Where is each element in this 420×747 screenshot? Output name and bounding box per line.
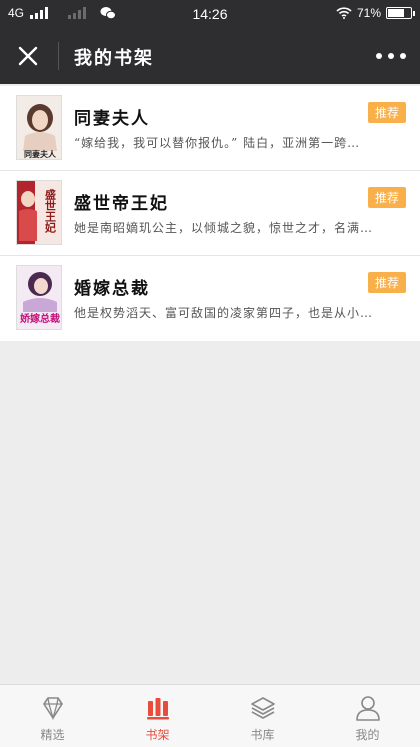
- book-cover: 盛世王妃: [16, 180, 62, 245]
- cover-title: 盛世王妃: [44, 188, 58, 234]
- tab-bar: 精选 书架 书库 我的: [0, 684, 420, 747]
- book-title: 同妻夫人: [74, 109, 150, 129]
- book-cover: 同妻夫人: [16, 95, 62, 160]
- book-title: 盛世帝王妃: [74, 194, 169, 214]
- wifi-icon: [336, 7, 352, 19]
- recommend-badge: 推荐: [367, 102, 406, 123]
- book-list: 同妻夫人 同妻夫人 “嫁给我，我可以替你报仇。” 陆白，亚洲第一跨… 推荐 盛世…: [0, 86, 420, 341]
- tab-bookshelf[interactable]: 书架: [105, 685, 210, 747]
- tab-featured[interactable]: 精选: [0, 685, 105, 747]
- book-cover: 娇嫁总裁: [16, 265, 62, 330]
- tab-label: 我的: [355, 728, 380, 742]
- tab-label: 精选: [40, 728, 65, 742]
- book-item[interactable]: 同妻夫人 同妻夫人 “嫁给我，我可以替你报仇。” 陆白，亚洲第一跨… 推荐: [0, 86, 420, 171]
- tab-label: 书架: [145, 728, 170, 742]
- recommend-badge: 推荐: [367, 187, 406, 208]
- cover-title: 娇嫁总裁: [20, 312, 60, 325]
- tab-label: 书库: [250, 728, 275, 742]
- battery-percent: 71%: [356, 6, 381, 20]
- more-icon: [376, 53, 382, 59]
- tab-mine[interactable]: 我的: [315, 685, 420, 747]
- page-title: 我的书架: [74, 48, 154, 69]
- battery-icon: [386, 7, 415, 19]
- tab-library[interactable]: 书库: [210, 685, 315, 747]
- bookshelf-icon: [146, 698, 169, 720]
- nav-bar: 我的书架: [0, 28, 420, 84]
- book-description: “嫁给我，我可以替你报仇。” 陆白，亚洲第一跨…: [74, 136, 361, 150]
- more-button[interactable]: [376, 48, 406, 64]
- nav-divider: [58, 42, 59, 70]
- book-title: 婚嫁总裁: [74, 279, 150, 299]
- close-icon: [18, 46, 38, 66]
- status-bar: 4G 14:26 71%: [0, 0, 420, 28]
- cover-title: 同妻夫人: [24, 149, 57, 159]
- book-description: 她是南昭嫡玑公主，以倾城之貌，惊世之才，名满…: [74, 221, 374, 235]
- book-description: 他是权势滔天、富可敌国的凌家第四子，也是从小…: [74, 306, 374, 320]
- diamond-icon: [42, 697, 63, 721]
- book-item[interactable]: 娇嫁总裁 婚嫁总裁 他是权势滔天、富可敌国的凌家第四子，也是从小… 推荐: [0, 256, 420, 341]
- layers-icon: [250, 697, 275, 719]
- book-item[interactable]: 盛世王妃 盛世帝王妃 她是南昭嫡玑公主，以倾城之貌，惊世之才，名满… 推荐: [0, 171, 420, 256]
- recommend-badge: 推荐: [367, 272, 406, 293]
- close-button[interactable]: [14, 42, 42, 70]
- user-icon: [355, 696, 380, 721]
